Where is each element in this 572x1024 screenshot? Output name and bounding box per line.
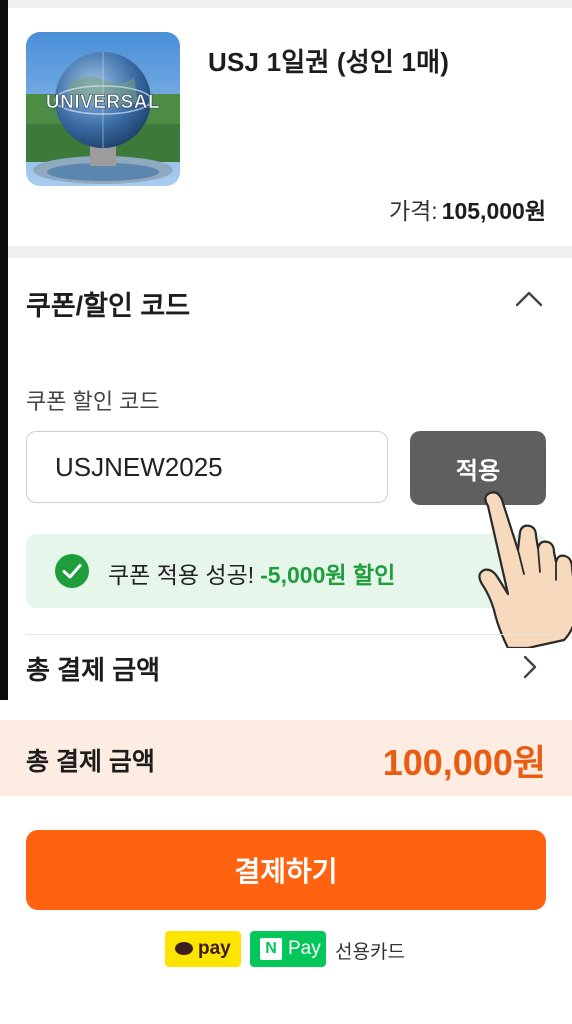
product-card: UNIVERSAL USJ 1일권 (성인 1매) 가격: 105,000원 bbox=[8, 8, 572, 246]
price-label: 가격: bbox=[388, 198, 438, 224]
success-text: 쿠폰 적용 성공! -5,000원 할인 bbox=[108, 556, 395, 590]
price-value: 105,000원 bbox=[441, 198, 546, 224]
success-status: 쿠폰 적용 성공! bbox=[108, 562, 255, 588]
kakao-bubble-icon bbox=[175, 942, 193, 955]
naverpay-button[interactable]: N Pay bbox=[250, 931, 326, 967]
divider bbox=[26, 634, 550, 635]
discount-amount: -5,000원 할인 bbox=[260, 562, 396, 588]
total-amount-row[interactable]: 총 결제 금액 bbox=[26, 650, 160, 687]
chevron-up-icon[interactable] bbox=[514, 288, 544, 308]
spacer bbox=[0, 700, 572, 720]
coupon-code-input[interactable] bbox=[26, 431, 388, 503]
top-divider bbox=[8, 0, 572, 8]
kakaopay-button[interactable]: pay bbox=[165, 931, 241, 967]
product-title: USJ 1일권 (성인 1매) bbox=[208, 47, 450, 77]
naverpay-label: Pay bbox=[288, 938, 321, 959]
total-value: 100,000원 bbox=[382, 742, 546, 783]
total-summary-bar: 총 결제 금액 100,000원 bbox=[0, 720, 572, 796]
price-row: 가격: 105,000원 bbox=[389, 192, 546, 226]
checkout-button[interactable]: 결제하기 bbox=[26, 830, 546, 910]
left-edge-bar bbox=[0, 0, 8, 700]
naver-n-icon: N bbox=[260, 938, 282, 960]
coupon-section: 쿠폰/할인 코드 쿠폰 할인 코드 적용 쿠폰 적용 성공!-5,000원 할인… bbox=[8, 258, 572, 700]
pointing-hand-icon bbox=[478, 491, 572, 648]
section-divider bbox=[8, 246, 572, 258]
product-thumbnail: UNIVERSAL bbox=[26, 32, 180, 186]
coupon-input-label: 쿠폰 할인 코드 bbox=[26, 389, 160, 414]
chevron-right-icon[interactable] bbox=[522, 654, 538, 680]
coupon-section-title[interactable]: 쿠폰/할인 코드 bbox=[26, 284, 190, 323]
universal-logo-text: UNIVERSAL bbox=[46, 92, 160, 113]
check-circle-icon bbox=[55, 554, 89, 588]
kakaopay-label: pay bbox=[198, 938, 231, 959]
total-label: 총 결제 금액 bbox=[26, 748, 155, 776]
credit-card-option[interactable]: 선용카드 bbox=[335, 937, 405, 964]
